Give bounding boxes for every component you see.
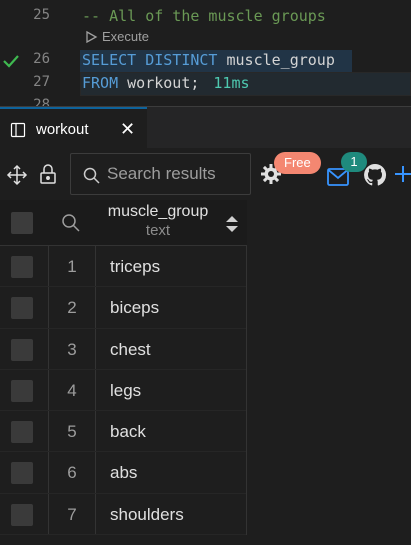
row-number: 5 <box>48 411 96 452</box>
line-number: 28 <box>33 97 50 106</box>
plus-icon[interactable] <box>395 165 411 183</box>
table-row[interactable]: 4 legs <box>0 369 246 412</box>
table-row[interactable]: 2 biceps <box>0 287 246 329</box>
split-panel-icon <box>10 122 26 138</box>
sql-identifier: muscle_group <box>226 51 335 69</box>
results-toolbar: Free 1 <box>0 148 411 200</box>
cell-value[interactable]: legs <box>110 370 141 411</box>
row-number: 7 <box>48 493 96 535</box>
sql-editor[interactable]: 25 -- All of the muscle groups Execute 2… <box>0 0 411 106</box>
cell-value[interactable]: abs <box>110 452 137 493</box>
editor-line-28[interactable]: 28 <box>0 95 411 106</box>
row-checkbox[interactable] <box>11 421 33 444</box>
sql-keyword: FROM <box>82 74 119 92</box>
cell-value[interactable]: chest <box>110 329 151 370</box>
sql-comment: -- All of the muscle groups <box>82 7 326 25</box>
lock-icon[interactable] <box>38 163 58 185</box>
column-type: text <box>145 222 171 239</box>
cell-value[interactable]: back <box>110 411 146 452</box>
row-checkbox[interactable] <box>11 338 33 361</box>
line-number: 27 <box>33 74 50 90</box>
line-number: 26 <box>33 51 50 67</box>
row-checkbox[interactable] <box>11 503 33 526</box>
results-tab-bar: workout ✕ <box>0 106 411 149</box>
sql-keyword: SELECT DISTINCT <box>82 51 218 69</box>
close-icon[interactable]: ✕ <box>120 120 135 138</box>
results-grid: muscle_group text 1 triceps 2 biceps 3 c… <box>0 200 247 536</box>
table-row[interactable]: 3 chest <box>0 328 246 370</box>
row-number: 3 <box>48 328 96 369</box>
table-row[interactable]: 1 triceps <box>0 246 246 288</box>
sql-identifier: workout; <box>127 74 200 92</box>
play-outline-icon <box>86 30 98 43</box>
sort-icon[interactable] <box>225 214 239 234</box>
row-number: 1 <box>48 246 96 287</box>
column-header-muscle-group[interactable]: muscle_group text <box>96 203 220 239</box>
github-icon[interactable] <box>363 163 387 187</box>
table-row[interactable]: 7 shoulders <box>0 493 246 536</box>
select-all-checkbox[interactable] <box>11 212 33 234</box>
tab-workout[interactable]: workout ✕ <box>0 107 147 149</box>
execute-label[interactable]: Execute <box>102 29 149 44</box>
editor-line-26[interactable]: 26 SELECT DISTINCT muscle_group <box>0 49 411 71</box>
row-checkbox[interactable] <box>11 462 33 485</box>
cell-value[interactable]: triceps <box>110 246 160 287</box>
grid-body: 1 triceps 2 biceps 3 chest 4 legs 5 back… <box>0 246 247 536</box>
tab-label: workout <box>36 121 89 138</box>
search-results-box[interactable] <box>70 153 251 195</box>
row-checkbox[interactable] <box>11 297 33 320</box>
search-icon <box>83 167 100 184</box>
free-badge[interactable]: Free <box>274 152 321 174</box>
row-number: 4 <box>48 369 96 411</box>
grid-header: muscle_group text <box>0 200 247 246</box>
row-number: 2 <box>48 287 96 328</box>
search-input[interactable] <box>107 162 247 186</box>
column-name: muscle_group <box>107 203 209 220</box>
editor-line-27[interactable]: 27 FROM workout; 11ms <box>0 72 411 94</box>
row-number: 6 <box>48 452 96 493</box>
cell-value[interactable]: biceps <box>110 287 159 328</box>
row-checkbox[interactable] <box>11 256 33 278</box>
table-row[interactable]: 6 abs <box>0 452 246 494</box>
editor-line-25[interactable]: 25 -- All of the muscle groups <box>0 5 411 27</box>
move-arrows-icon[interactable] <box>6 164 28 186</box>
cell-value[interactable]: shoulders <box>110 494 184 535</box>
line-number: 25 <box>33 7 50 23</box>
row-checkbox[interactable] <box>11 379 33 402</box>
execute-codelens[interactable]: Execute <box>84 29 149 44</box>
table-row[interactable]: 5 back <box>0 411 246 453</box>
execution-time: 11ms <box>213 74 250 92</box>
search-icon[interactable] <box>61 213 81 233</box>
